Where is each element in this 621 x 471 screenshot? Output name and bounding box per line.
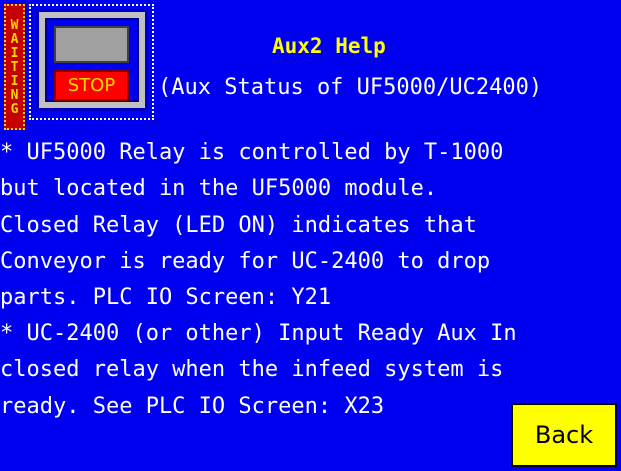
status-indicator-panel: STOP bbox=[36, 9, 148, 111]
page-subtitle: (Aux Status of UF5000/UC2400) bbox=[158, 75, 543, 100]
help-line-8: ready. See PLC IO Screen: X23 bbox=[0, 394, 385, 419]
help-line-6: * UC-2400 (or other) Input Ready Aux In bbox=[0, 321, 517, 346]
help-line-5: parts. PLC IO Screen: Y21 bbox=[0, 285, 332, 310]
status-lamp bbox=[54, 26, 129, 63]
waiting-status-tag: WAITING bbox=[4, 4, 25, 130]
back-button[interactable]: Back bbox=[511, 403, 617, 467]
help-line-1: * UF5000 Relay is controlled by T-1000 bbox=[0, 140, 504, 165]
help-line-4: Conveyor is ready for UC-2400 to drop bbox=[0, 249, 491, 274]
stop-indicator[interactable]: STOP bbox=[54, 70, 129, 101]
help-line-7: closed relay when the infeed system is bbox=[0, 357, 504, 382]
help-line-2: but located in the UF5000 module. bbox=[0, 176, 438, 201]
waiting-label: WAITING bbox=[7, 18, 22, 116]
help-line-3: Closed Relay (LED ON) indicates that bbox=[0, 213, 477, 238]
page-title: Aux2 Help bbox=[272, 34, 386, 58]
